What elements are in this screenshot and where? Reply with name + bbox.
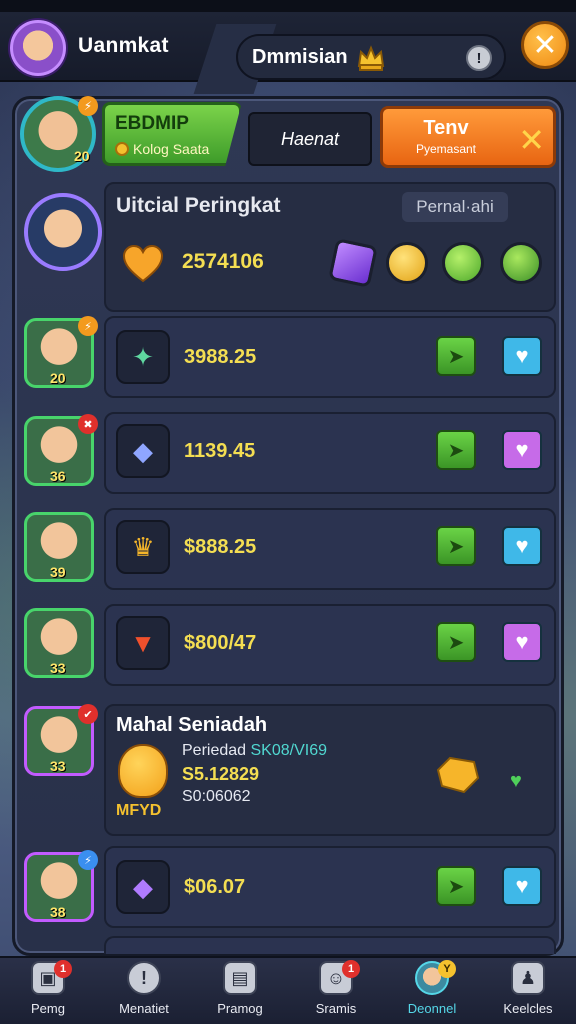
notification-badge: 1	[54, 960, 72, 978]
green-leaf-icon: ✦	[116, 330, 170, 384]
row-value: $888.25	[184, 536, 257, 558]
notification-badge: 1	[342, 960, 360, 978]
lightning-badge-icon: ⚡	[78, 96, 98, 116]
row-level: 39	[50, 564, 66, 580]
nav-label: Deonnel	[407, 1001, 457, 1016]
special-line-3: S0:06062	[182, 788, 251, 805]
table-row[interactable]	[104, 604, 556, 686]
table-row[interactable]	[104, 412, 556, 494]
special-line-1: Periedad SK08/​VI69	[182, 742, 327, 760]
claim-button[interactable]: Tenv Pyemasant ✕	[380, 106, 556, 168]
close-button[interactable]: ✕	[521, 21, 569, 69]
heart-button[interactable]: ♥	[502, 430, 542, 470]
special-line-2: S5.12829	[182, 764, 260, 784]
film-icon: ▤	[223, 961, 257, 995]
boost-button[interactable]: ➤	[436, 336, 476, 376]
special-title: Mahal Seniadah	[116, 714, 268, 736]
special-footer: MFYD	[116, 802, 162, 819]
green-orb-icon	[500, 242, 542, 284]
screen-title: Uanmkat	[78, 34, 169, 57]
special-avatar-level: 33	[50, 758, 66, 774]
nav-item-sramis[interactable]: ☺ 1 Sramis	[288, 958, 384, 1024]
blue-crystal-icon: ◆	[116, 424, 170, 478]
tab-haenat[interactable]: Haenat	[248, 112, 372, 166]
nav-item-pemg[interactable]: ▣ 1 Pemg	[0, 958, 96, 1024]
gold-gem-icon	[436, 756, 480, 794]
boost-button[interactable]: ➤	[436, 526, 476, 566]
top-bar: Uanmkat Dmmisian !	[0, 12, 576, 94]
boost-button[interactable]: ➤	[436, 866, 476, 906]
nav-label: Sramis	[315, 1001, 357, 1016]
red-carrot-icon: ▼	[116, 616, 170, 670]
heart-button[interactable]: ♥	[502, 622, 542, 662]
nav-item-deonnel[interactable]: Y Deonnel	[384, 958, 480, 1024]
row-value: $800/47	[184, 632, 257, 654]
player-avatar[interactable]	[10, 20, 66, 76]
gold-chest-icon: ♛	[116, 520, 170, 574]
vip-button[interactable]: EBDMIP Kolog Saata	[102, 102, 242, 166]
crossed-swords-icon: ✕	[518, 122, 545, 158]
clock-icon: !	[127, 961, 161, 995]
heart-button[interactable]: ♥	[502, 866, 542, 906]
header-avatar-level: 20	[74, 148, 90, 164]
mission-pill[interactable]: Dmmisian !	[236, 34, 506, 80]
vip-button-title: EBDMIP	[115, 113, 189, 134]
row-level: 38	[50, 904, 66, 920]
ranking-title: Uitcial Peringkat	[116, 194, 281, 217]
special-line-1-prefix: Periedad	[182, 742, 247, 759]
table-row[interactable]	[104, 316, 556, 398]
heart-button[interactable]: ♥	[502, 526, 542, 566]
boost-button[interactable]: ➤	[436, 622, 476, 662]
claim-button-title: Tenv	[423, 117, 469, 139]
purple-crystal-icon: ◆	[116, 860, 170, 914]
notification-badge: Y	[438, 960, 456, 978]
row-level: 33	[50, 660, 66, 676]
row-value: $06.07	[184, 876, 246, 898]
nav-item-pramog[interactable]: ▤ Pramog	[192, 958, 288, 1024]
heart-button[interactable]: ♥	[502, 336, 542, 376]
nav-item-keelcles[interactable]: ♟ Keelcles	[480, 958, 576, 1024]
row-value: 1139.45	[184, 440, 256, 462]
crown-icon	[357, 45, 385, 71]
row-badge-icon: ⚡	[78, 850, 98, 870]
gold-coin-icon	[386, 242, 428, 284]
nav-label: Pemg	[31, 1001, 65, 1016]
table-row[interactable]	[104, 846, 556, 928]
row-level: 20	[50, 370, 66, 386]
person-icon: ♟	[511, 961, 545, 995]
info-icon[interactable]: !	[466, 45, 492, 71]
vip-button-subtitle: Kolog Saata	[115, 141, 209, 157]
vip-subtitle-text: Kolog Saata	[133, 141, 210, 157]
nav-item-menatiet[interactable]: ! Menatiet	[96, 958, 192, 1024]
boost-button[interactable]: ➤	[436, 430, 476, 470]
row-level: 36	[50, 468, 66, 484]
ranking-tag-button[interactable]: Pernal·ahi	[402, 192, 508, 222]
mission-pill-label: Dmmisian	[252, 45, 348, 68]
row-badge-icon: ⚡	[78, 316, 98, 336]
orange-fruit-icon	[118, 744, 168, 798]
table-row[interactable]	[104, 508, 556, 590]
green-heart-icon[interactable]: ♥	[510, 770, 522, 793]
ranking-score: 2574106	[182, 250, 264, 273]
special-badge-icon: ✔	[78, 704, 98, 724]
heart-icon	[122, 244, 164, 283]
coin-icon	[115, 142, 129, 156]
claim-button-subtitle: Pyemasant	[415, 142, 477, 156]
purple-gem-icon	[328, 238, 378, 288]
special-line-1-highlight: SK08/​VI69	[250, 742, 328, 759]
green-swirl-icon	[442, 242, 484, 284]
row-value: 3988.25	[184, 346, 257, 368]
nav-label: Keelcles	[503, 1001, 553, 1016]
nav-label: Menatiet	[119, 1001, 169, 1016]
bottom-nav: ▣ 1 Pemg ! Menatiet ▤ Pramog ☺ 1 Sramis …	[0, 956, 576, 1024]
ranking-avatar[interactable]	[24, 193, 102, 271]
row-badge-icon: ✖	[78, 414, 98, 434]
status-bar	[0, 0, 576, 12]
next-row-peek	[104, 936, 556, 954]
nav-label: Pramog	[217, 1001, 263, 1016]
